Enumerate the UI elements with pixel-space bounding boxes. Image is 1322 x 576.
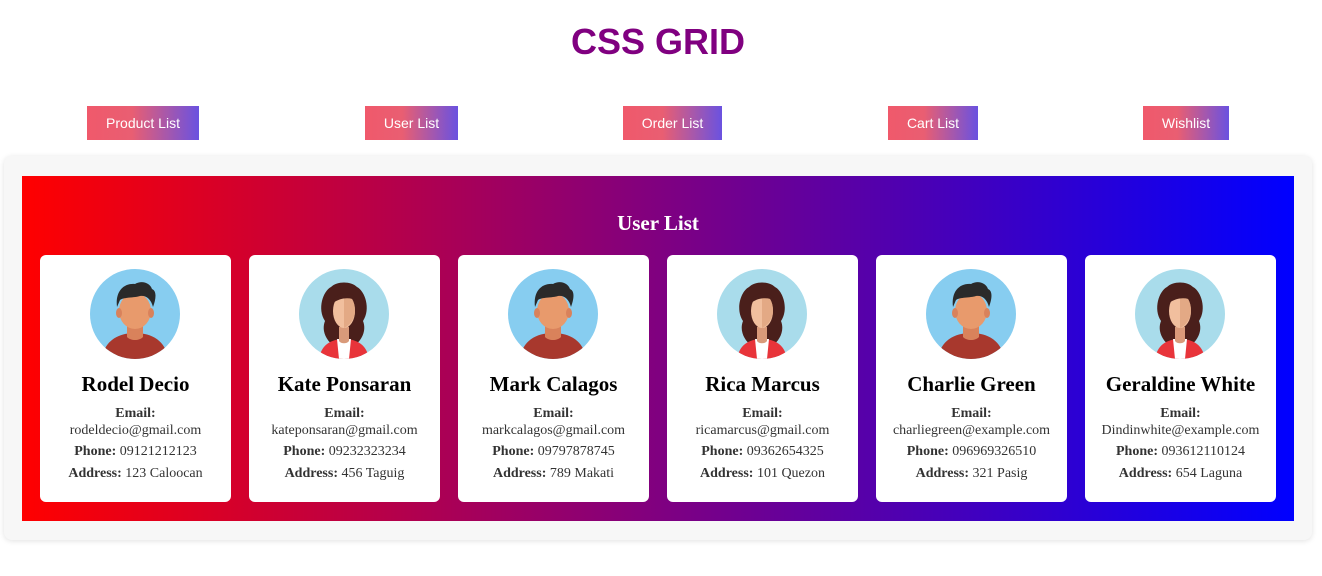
user-card: Charlie Green Email: charliegreen@exampl… [876, 255, 1067, 502]
cart-list-button[interactable]: Cart List [888, 106, 978, 140]
address-line: Address: 456 Taguig [249, 465, 440, 483]
order-list-button[interactable]: Order List [623, 106, 722, 140]
user-card: Rodel Decio Email: rodeldecio@gmail.com … [40, 255, 231, 502]
email-label: Email: [324, 406, 365, 421]
email-value: rodeldecio@gmail.com [69, 423, 202, 438]
address-line: Address: 123 Caloocan [40, 465, 231, 483]
user-card: Rica Marcus Email: ricamarcus@gmail.com … [667, 255, 858, 502]
phone-value: 09121212123 [119, 444, 197, 459]
male-avatar-icon [90, 269, 180, 359]
user-card: Kate Ponsaran Email: kateponsaran@gmail.… [249, 255, 440, 502]
phone-value: 09232323234 [328, 444, 406, 459]
address-value: 123 Caloocan [125, 466, 203, 481]
phone-line: Phone: 09362654325 [667, 443, 858, 461]
email-value: charliegreen@example.com [892, 423, 1051, 438]
user-name: Charlie Green [907, 372, 1036, 396]
phone-value: 096969326510 [952, 444, 1037, 459]
address-line: Address: 321 Pasig [876, 465, 1067, 483]
phone-value: 093612110124 [1161, 444, 1245, 459]
female-avatar-icon [1135, 269, 1225, 359]
phone-value: 09797878745 [537, 444, 615, 459]
address-label: Address: [68, 466, 122, 481]
address-line: Address: 789 Makati [458, 465, 649, 483]
male-avatar-icon [926, 269, 1016, 359]
address-value: 456 Taguig [341, 466, 405, 481]
address-label: Address: [492, 466, 547, 481]
user-name: Rica Marcus [705, 372, 820, 396]
phone-line: Phone: 09121212123 [40, 443, 231, 461]
phone-label: Phone: [492, 444, 535, 459]
email-value: Dindinwhite@example.com [1101, 423, 1260, 438]
female-avatar-icon [717, 269, 807, 359]
user-name: Mark Calagos [489, 372, 618, 396]
address-label: Address: [1118, 466, 1173, 481]
panel-title: User List [617, 211, 699, 235]
address-label: Address: [700, 466, 754, 481]
user-name: Geraldine White [1105, 372, 1256, 396]
email-label: Email: [742, 406, 783, 421]
address-label: Address: [915, 466, 970, 481]
address-line: Address: 654 Laguna [1085, 465, 1276, 483]
female-avatar-icon [299, 269, 389, 359]
phone-label: Phone: [701, 444, 744, 459]
email-label: Email: [951, 406, 992, 421]
phone-line: Phone: 09232323234 [249, 443, 440, 461]
phone-label: Phone: [283, 444, 326, 459]
phone-label: Phone: [1116, 444, 1158, 459]
phone-label: Phone: [906, 444, 949, 459]
address-value: 789 Makati [549, 466, 615, 481]
email-label: Email: [115, 406, 156, 421]
email-value: markcalagos@gmail.com [481, 423, 626, 438]
address-line: Address: 101 Quezon [667, 465, 858, 483]
address-label: Address: [284, 466, 338, 481]
user-card: Mark Calagos Email: markcalagos@gmail.co… [458, 255, 649, 502]
address-value: 654 Laguna [1175, 466, 1243, 481]
user-name: Rodel Decio [81, 372, 190, 396]
address-value: 101 Quezon [756, 466, 825, 481]
email-label: Email: [533, 406, 574, 421]
phone-line: Phone: 096969326510 [876, 443, 1067, 461]
email-label: Email: [1160, 406, 1201, 421]
wishlist-button[interactable]: Wishlist [1143, 106, 1229, 140]
email-value: kateponsaran@gmail.com [271, 423, 418, 438]
phone-line: Phone: 09797878745 [458, 443, 649, 461]
male-avatar-icon [508, 269, 598, 359]
email-value: ricamarcus@gmail.com [695, 423, 830, 438]
product-list-button[interactable]: Product List [87, 106, 199, 140]
user-card: Geraldine White Email: Dindinwhite@examp… [1085, 255, 1276, 502]
phone-value: 09362654325 [746, 444, 824, 459]
user-name: Kate Ponsaran [277, 372, 412, 396]
address-value: 321 Pasig [972, 466, 1028, 481]
phone-line: Phone: 093612110124 [1085, 443, 1276, 461]
page-title: CSS GRID [570, 21, 746, 62]
user-list-button[interactable]: User List [365, 106, 458, 140]
phone-label: Phone: [74, 444, 117, 459]
user-list-panel: User List Rodel Decio Email: rodeldecio@… [22, 176, 1294, 521]
